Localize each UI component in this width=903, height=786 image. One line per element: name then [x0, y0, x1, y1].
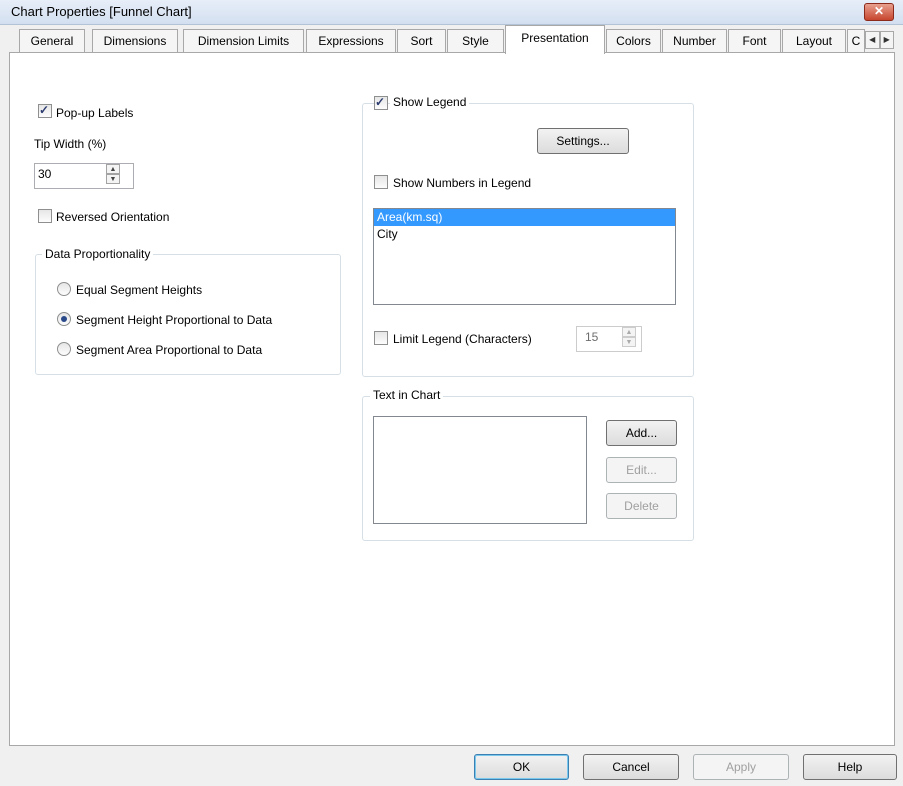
- list-item[interactable]: Area(km.sq): [374, 209, 675, 226]
- window-title: Chart Properties [Funnel Chart]: [11, 4, 192, 19]
- tip-width-down-icon[interactable]: ▼: [106, 174, 120, 184]
- tip-width-label: Tip Width (%): [34, 137, 107, 151]
- presentation-tab-page: Pop-up Labels Tip Width (%) 30 ▲ ▼ Rever…: [9, 52, 895, 746]
- legend-settings-button[interactable]: Settings...: [537, 128, 629, 154]
- popup-labels-label: Pop-up Labels: [56, 106, 134, 120]
- list-item[interactable]: City: [374, 226, 675, 243]
- tab-dimension-limits[interactable]: Dimension Limits: [183, 29, 304, 52]
- close-icon: ✕: [873, 4, 885, 18]
- limit-legend-label: Limit Legend (Characters): [393, 332, 532, 346]
- ok-button[interactable]: OK: [474, 754, 569, 780]
- segment-height-proportional-radio[interactable]: [57, 312, 71, 326]
- tab-style[interactable]: Style: [447, 29, 504, 52]
- show-numbers-in-legend-checkbox[interactable]: [374, 175, 388, 189]
- tab-presentation[interactable]: Presentation: [505, 25, 605, 54]
- tab-more[interactable]: C: [847, 29, 865, 52]
- edit-text-button[interactable]: Edit...: [606, 457, 677, 483]
- data-proportionality-title: Data Proportionality: [42, 247, 154, 261]
- tab-dimensions[interactable]: Dimensions: [92, 29, 178, 52]
- legend-expression-list[interactable]: Area(km.sq) City: [373, 208, 676, 305]
- close-button[interactable]: ✕: [864, 3, 894, 21]
- tip-width-up-icon[interactable]: ▲: [106, 164, 120, 174]
- reversed-orientation-checkbox[interactable]: [38, 209, 52, 223]
- chart-properties-dialog: Chart Properties [Funnel Chart] ✕ Genera…: [0, 0, 903, 786]
- cancel-button[interactable]: Cancel: [583, 754, 679, 780]
- equal-segment-heights-label: Equal Segment Heights: [76, 283, 203, 297]
- limit-legend-up-icon[interactable]: ▲: [622, 327, 636, 337]
- segment-area-proportional-label: Segment Area Proportional to Data: [76, 343, 263, 357]
- tab-scroll-left-icon[interactable]: ◀: [865, 31, 880, 49]
- tab-sort[interactable]: Sort: [397, 29, 446, 52]
- limit-legend-down-icon[interactable]: ▼: [622, 337, 636, 347]
- show-legend-checkbox[interactable]: [374, 95, 388, 110]
- segment-area-proportional-radio[interactable]: [57, 342, 71, 356]
- segment-height-proportional-label: Segment Height Proportional to Data: [76, 313, 273, 327]
- tab-scroll-arrows: ◀ ▶: [865, 31, 894, 49]
- popup-labels-checkbox[interactable]: [38, 103, 52, 118]
- text-in-chart-title: Text in Chart: [370, 388, 444, 402]
- help-button[interactable]: Help: [803, 754, 897, 780]
- tab-colors[interactable]: Colors: [606, 29, 661, 52]
- equal-segment-heights-radio[interactable]: [57, 282, 71, 296]
- tab-number[interactable]: Number: [662, 29, 727, 52]
- tab-font[interactable]: Font: [728, 29, 781, 52]
- title-bar: Chart Properties [Funnel Chart] ✕: [0, 0, 903, 25]
- show-legend-label: Show Legend: [390, 95, 470, 109]
- limit-legend-checkbox[interactable]: [374, 331, 388, 345]
- add-text-button[interactable]: Add...: [606, 420, 677, 446]
- tab-general[interactable]: General: [19, 29, 85, 52]
- reversed-orientation-label: Reversed Orientation: [56, 210, 170, 224]
- show-numbers-in-legend-label: Show Numbers in Legend: [393, 176, 532, 190]
- tab-expressions[interactable]: Expressions: [306, 29, 396, 52]
- text-in-chart-list[interactable]: [373, 416, 587, 524]
- delete-text-button[interactable]: Delete: [606, 493, 677, 519]
- tab-scroll-right-icon[interactable]: ▶: [879, 31, 894, 49]
- tab-layout[interactable]: Layout: [782, 29, 846, 52]
- apply-button[interactable]: Apply: [693, 754, 789, 780]
